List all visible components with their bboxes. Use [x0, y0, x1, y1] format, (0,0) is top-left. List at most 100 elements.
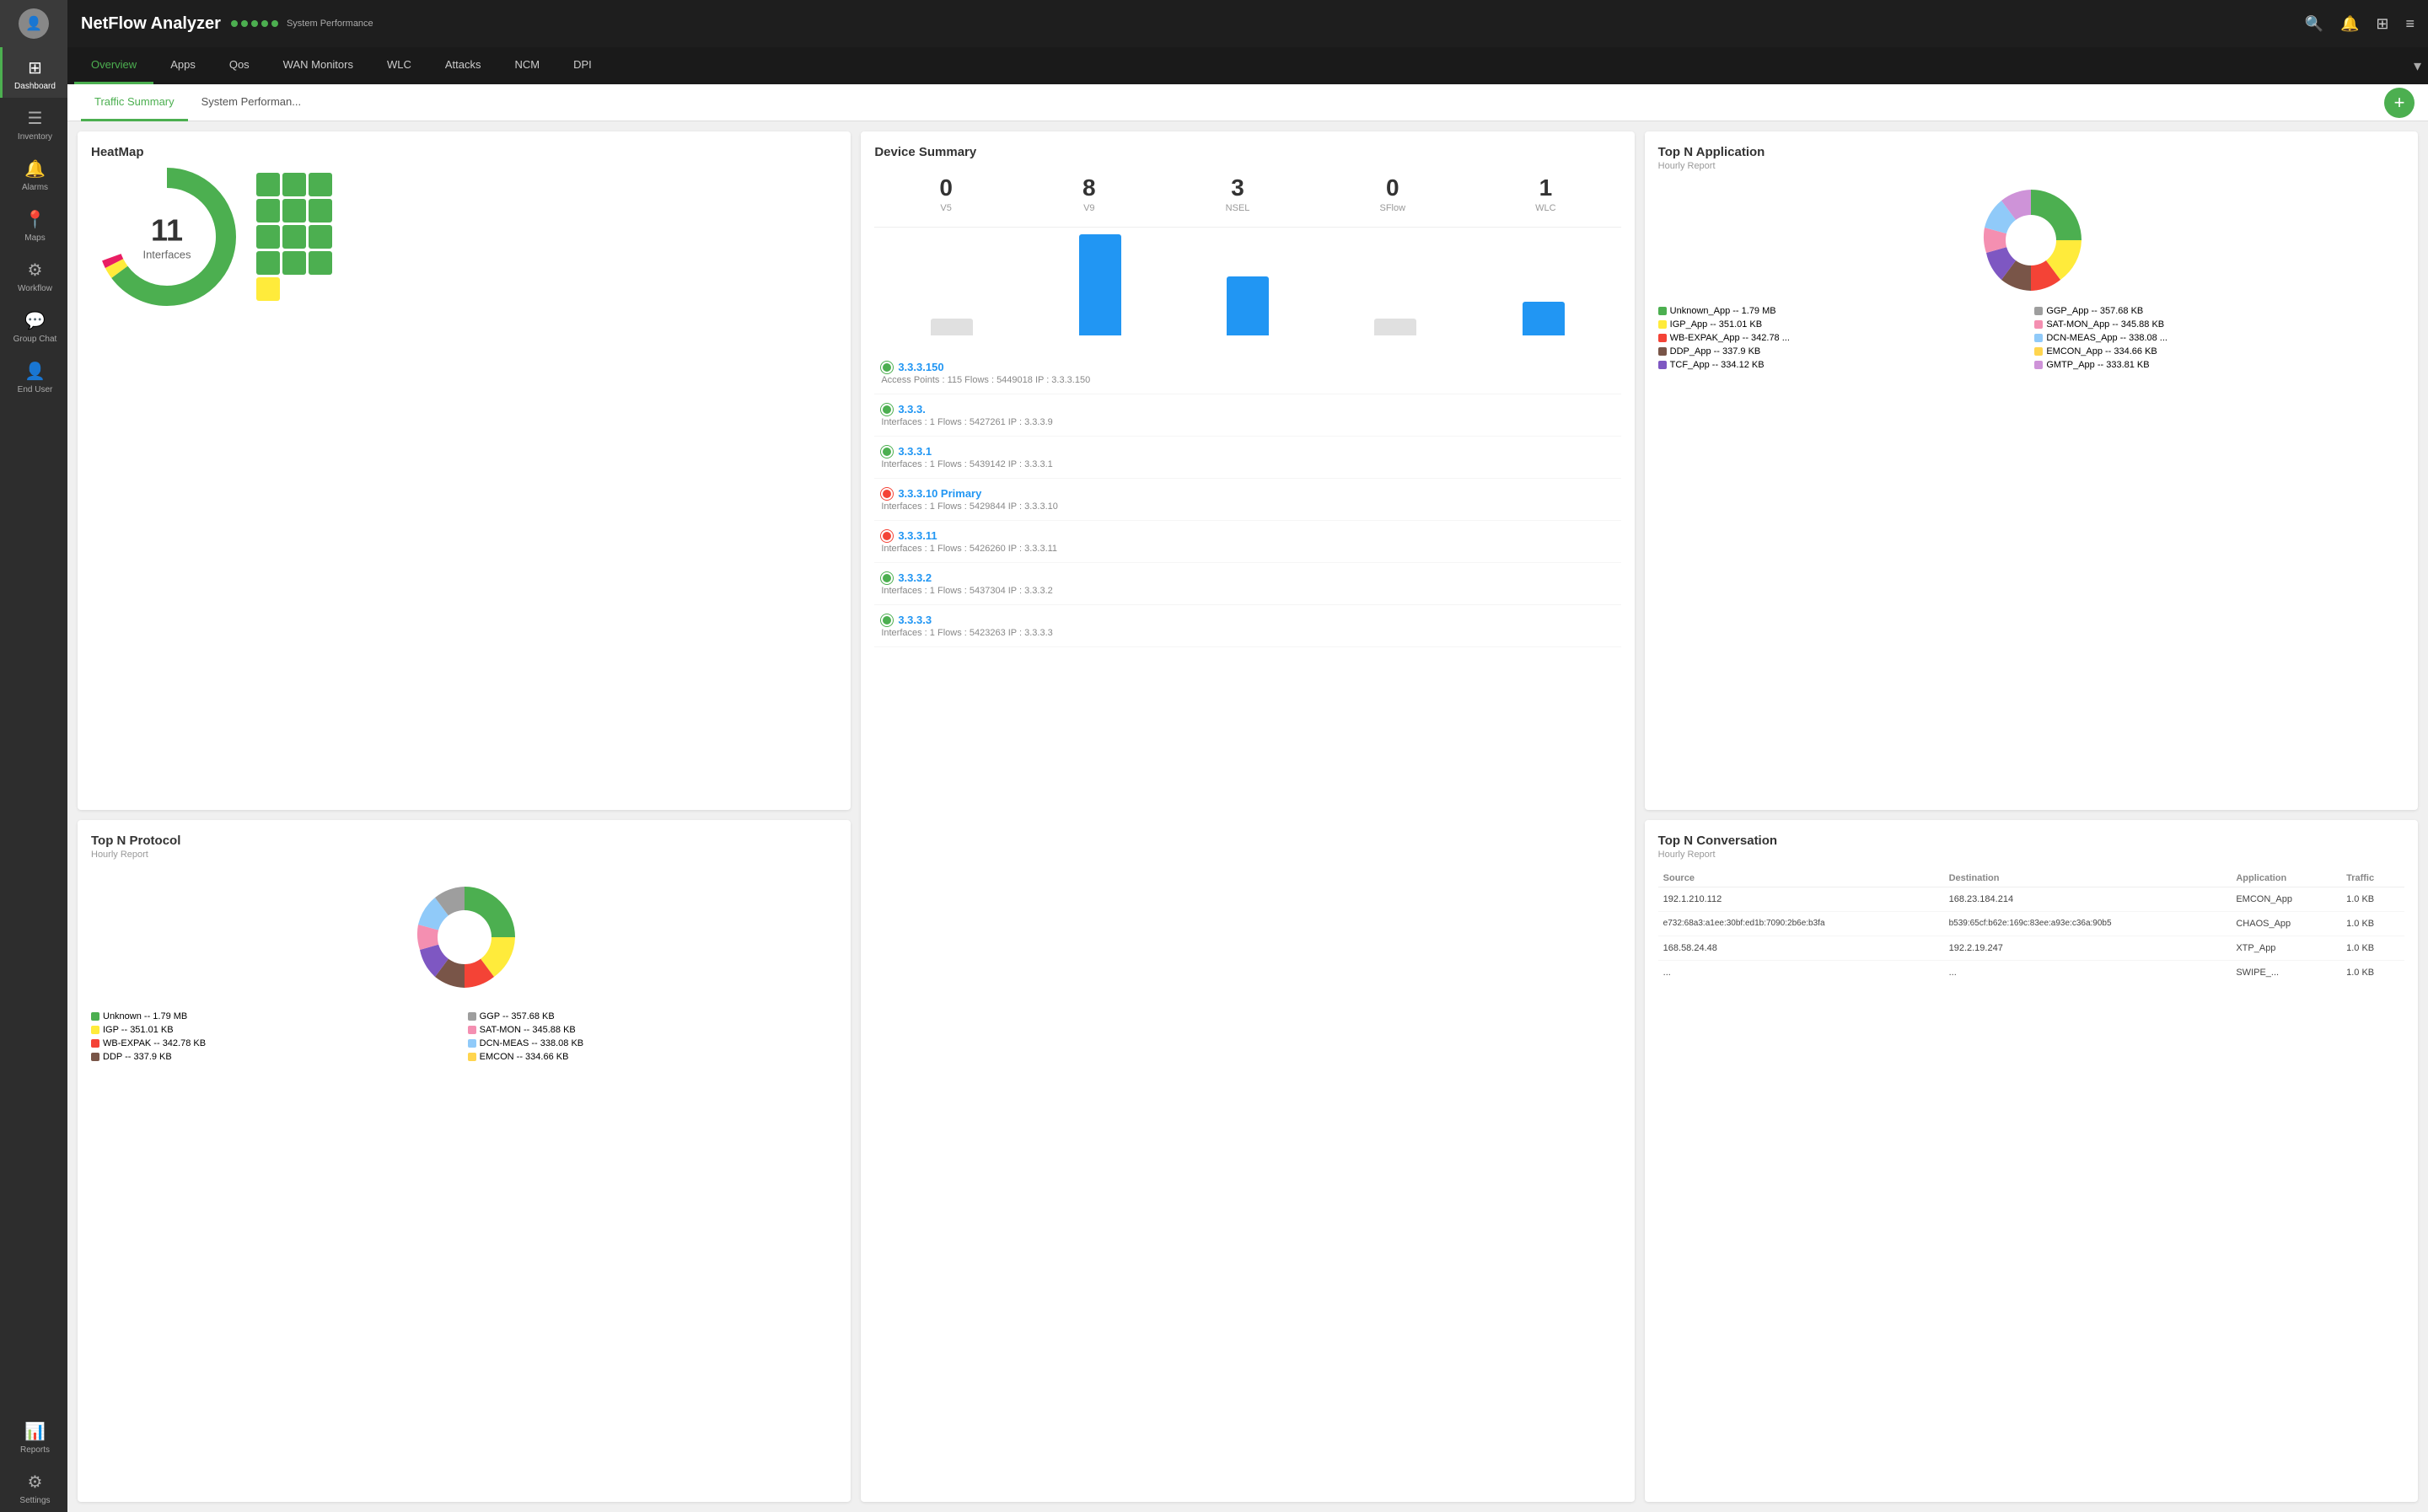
status-dot — [251, 20, 258, 27]
sidebar-item-settings[interactable]: ⚙ Settings — [0, 1461, 67, 1512]
legend-item: Unknown -- 1.79 MB — [91, 1011, 461, 1021]
inventory-icon: ☰ — [28, 108, 43, 129]
legend-label: EMCON_App -- 334.66 KB — [2046, 346, 2157, 357]
topn-conv-subtitle: Hourly Report — [1658, 850, 2404, 860]
device-name[interactable]: 3.3.3. — [881, 403, 1614, 416]
heatmap-cell — [309, 173, 332, 196]
device-meta: Interfaces : 1 Flows : 5439142 IP : 3.3.… — [881, 459, 1614, 469]
tab-wlc[interactable]: WLC — [370, 47, 428, 84]
device-name[interactable]: 3.3.3.2 — [881, 571, 1614, 584]
tab-overview[interactable]: Overview — [74, 47, 153, 84]
sidebar-item-groupchat[interactable]: 💬 Group Chat — [0, 300, 67, 351]
app-title: NetFlow Analyzer — [81, 14, 221, 34]
stat-wlc: 1 WLC — [1535, 174, 1555, 213]
tab-ncm[interactable]: NCM — [498, 47, 557, 84]
status-dot — [271, 20, 278, 27]
sidebar-item-label: Inventory — [18, 132, 52, 142]
heatmap-grid — [256, 173, 332, 301]
subtab-system[interactable]: System Performan... — [188, 84, 314, 121]
legend-item: GGP_App -- 357.68 KB — [2034, 306, 2404, 316]
sidebar-item-reports[interactable]: 📊 Reports — [0, 1411, 67, 1461]
cell-traffic: 1.0 KB — [2341, 887, 2404, 912]
heatmap-cell — [282, 199, 306, 223]
cell-source: ... — [1658, 961, 1944, 985]
device-name[interactable]: 3.3.3.11 — [881, 529, 1614, 542]
legend-label: SAT-MON_App -- 345.88 KB — [2046, 319, 2164, 330]
tab-dpi[interactable]: DPI — [556, 47, 609, 84]
workflow-icon: ⚙ — [28, 260, 43, 281]
legend-item: WB-EXPAK_App -- 342.78 ... — [1658, 333, 2028, 343]
legend-label: GGP_App -- 357.68 KB — [2046, 306, 2143, 316]
stat-v5: 0 V5 — [939, 174, 953, 213]
legend-item: GGP -- 357.68 KB — [468, 1011, 838, 1021]
legend-label: Unknown -- 1.79 MB — [103, 1011, 187, 1021]
sub-nav: Traffic Summary System Performan... + — [67, 84, 2428, 121]
tab-qos[interactable]: Qos — [212, 47, 266, 84]
heatmap-cell — [256, 251, 280, 275]
legend-label: DCN-MEAS -- 338.08 KB — [480, 1038, 583, 1048]
sidebar-item-inventory[interactable]: ☰ Inventory — [0, 98, 67, 148]
avatar[interactable]: 👤 — [19, 8, 49, 39]
stat-nsel: 3 NSEL — [1226, 174, 1250, 213]
cell-source: e732:68a3:a1ee:30bf:ed1b:7090:2b6e:b3fa — [1658, 912, 1944, 936]
heatmap-cell — [256, 173, 280, 196]
device-status-indicator — [881, 530, 893, 542]
legend-color — [91, 1026, 99, 1034]
more-tabs-button[interactable]: ▾ — [2414, 57, 2421, 75]
tab-wan[interactable]: WAN Monitors — [266, 47, 370, 84]
search-icon[interactable]: 🔍 — [2305, 15, 2323, 33]
status-dot — [231, 20, 238, 27]
stat-value: 8 — [1082, 174, 1096, 201]
legend-item: DDP -- 337.9 KB — [91, 1052, 461, 1062]
tab-apps[interactable]: Apps — [153, 47, 212, 84]
proto-pie-svg — [397, 870, 532, 1005]
enduser-icon: 👤 — [24, 361, 46, 382]
device-status-indicator — [881, 614, 893, 626]
pie-svg — [1972, 181, 2090, 299]
cell-dest: ... — [1944, 961, 2232, 985]
menu-icon[interactable]: ≡ — [2405, 15, 2415, 33]
device-summary-title: Device Summary — [874, 145, 1620, 159]
main-area: NetFlow Analyzer System Performance 🔍 🔔 … — [67, 0, 2428, 1512]
list-item: 3.3.3. Interfaces : 1 Flows : 5427261 IP… — [874, 394, 1620, 437]
heatmap-cell — [309, 251, 332, 275]
sidebar-item-dashboard[interactable]: ⊞ Dashboard — [0, 47, 67, 98]
dashboard-icon: ⊞ — [28, 57, 42, 78]
heatmap-cell — [282, 225, 306, 249]
grid-icon[interactable]: ⊞ — [2376, 15, 2388, 33]
sidebar-item-workflow[interactable]: ⚙ Workflow — [0, 249, 67, 300]
sidebar-item-alarms[interactable]: 🔔 Alarms — [0, 148, 67, 199]
device-name[interactable]: 3.3.3.1 — [881, 445, 1614, 458]
legend-item: Unknown_App -- 1.79 MB — [1658, 306, 2028, 316]
legend-item: TCF_App -- 334.12 KB — [1658, 360, 2028, 370]
legend-label: DDP -- 337.9 KB — [103, 1052, 172, 1062]
device-name[interactable]: 3.3.3.3 — [881, 614, 1614, 626]
list-item: 3.3.3.2 Interfaces : 1 Flows : 5437304 I… — [874, 563, 1620, 605]
col-app: Application — [2231, 870, 2341, 887]
tab-attacks[interactable]: Attacks — [428, 47, 498, 84]
legend-color — [2034, 320, 2043, 329]
topn-proto-subtitle: Hourly Report — [91, 850, 837, 860]
subtab-traffic[interactable]: Traffic Summary — [81, 84, 188, 121]
legend-color — [91, 1053, 99, 1061]
sidebar-item-enduser[interactable]: 👤 End User — [0, 351, 67, 401]
chart-bar — [1079, 234, 1121, 335]
status-dot — [241, 20, 248, 27]
add-tab-button[interactable]: + — [2384, 88, 2415, 118]
legend-item: DCN-MEAS -- 338.08 KB — [468, 1038, 838, 1048]
chart-bar — [1523, 302, 1565, 335]
stat-label: SFlow — [1380, 203, 1406, 213]
topn-conversation-card: Top N Conversation Hourly Report Source … — [1645, 820, 2418, 1502]
chart-bar — [1374, 319, 1416, 335]
heatmap-cell — [309, 199, 332, 223]
device-chart — [874, 228, 1620, 346]
cell-app: EMCON_App — [2231, 887, 2341, 912]
device-name[interactable]: 3.3.3.150 — [881, 361, 1614, 373]
col-source[interactable]: Source — [1658, 870, 1944, 887]
heatmap-cell — [309, 225, 332, 249]
cell-app: SWIPE_... — [2231, 961, 2341, 985]
stat-sflow: 0 SFlow — [1380, 174, 1406, 213]
notifications-icon[interactable]: 🔔 — [2340, 15, 2359, 33]
sidebar-item-maps[interactable]: 📍 Maps — [0, 199, 67, 249]
device-name[interactable]: 3.3.3.10 Primary — [881, 487, 1614, 500]
